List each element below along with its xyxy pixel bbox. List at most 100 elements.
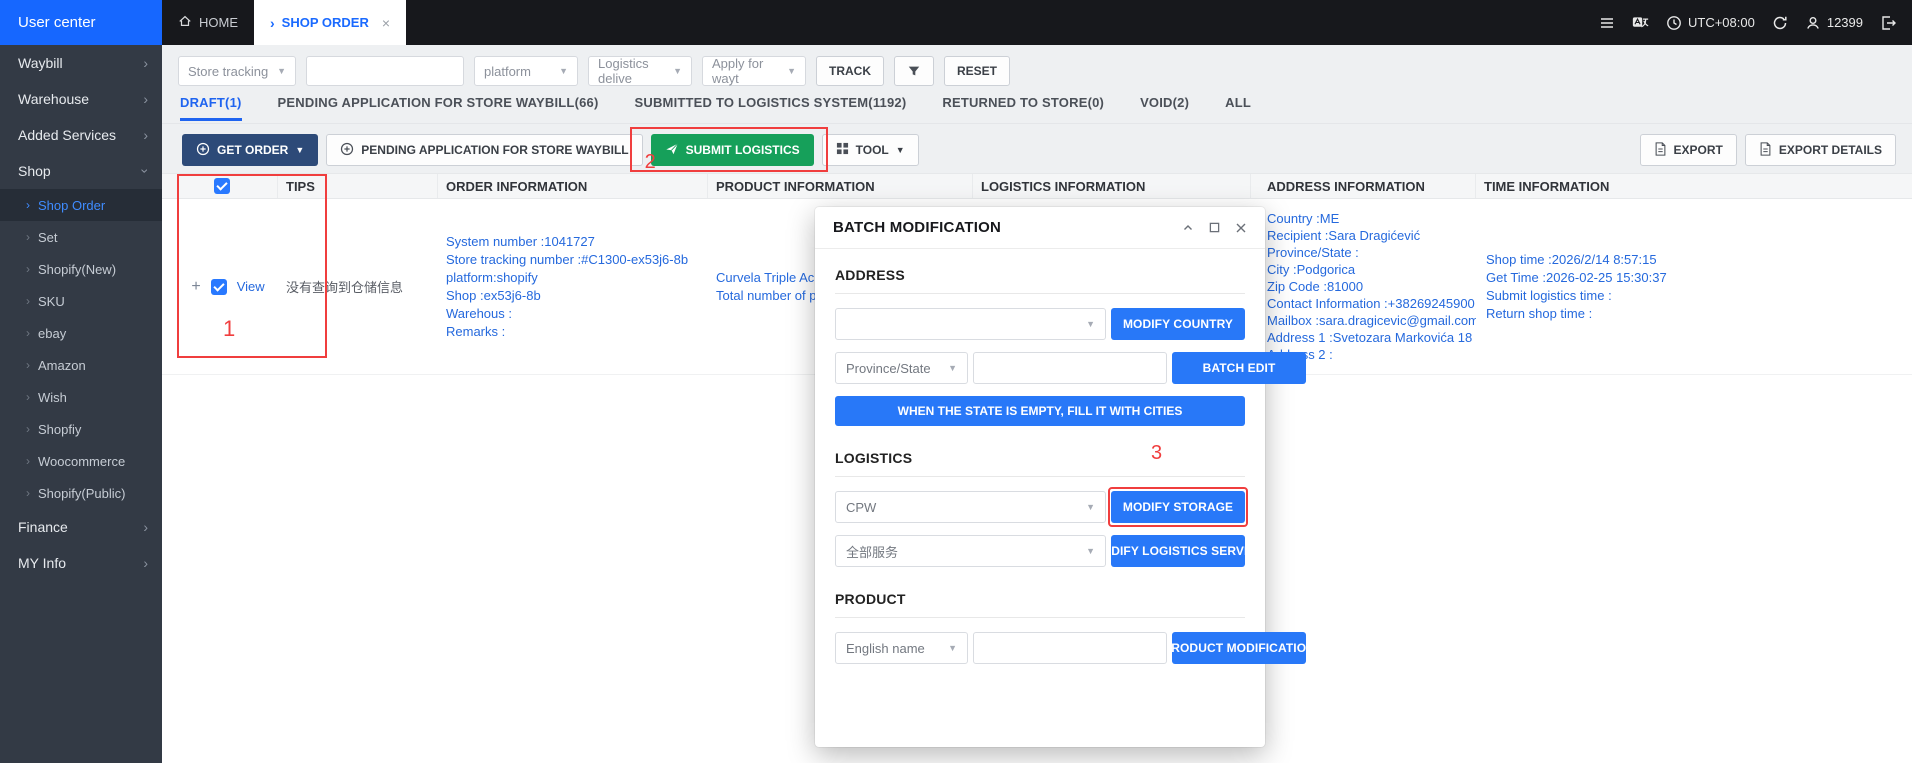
translate-icon[interactable] bbox=[1632, 14, 1649, 31]
chevron-down-icon: ▼ bbox=[295, 145, 304, 155]
country-select[interactable]: ▼ bbox=[835, 308, 1106, 340]
fill-state-with-cities-button[interactable]: WHEN THE STATE IS EMPTY, FILL IT WITH CI… bbox=[835, 396, 1245, 426]
filter-funnel-button[interactable] bbox=[894, 56, 934, 86]
refresh-icon[interactable] bbox=[1772, 15, 1788, 31]
user-count[interactable]: 12399 bbox=[1805, 15, 1863, 31]
tab-draft[interactable]: DRAFT(1) bbox=[180, 95, 242, 121]
tab-all[interactable]: ALL bbox=[1225, 95, 1251, 118]
sidebar-item-shopify-new[interactable]: ›Shopify(New) bbox=[0, 253, 162, 285]
timezone-indicator[interactable]: UTC+08:00 bbox=[1666, 15, 1755, 31]
close-tab-icon[interactable]: × bbox=[382, 15, 390, 31]
sidebar-item-ebay[interactable]: ›ebay bbox=[0, 317, 162, 349]
circle-plus-icon bbox=[340, 142, 354, 159]
sidebar-item-shop-order[interactable]: ›Shop Order bbox=[0, 189, 162, 221]
modify-storage-button[interactable]: MODIFY STORAGE bbox=[1111, 491, 1245, 523]
sidebar-item-warehouse[interactable]: Warehouse› bbox=[0, 81, 162, 117]
sidebar-item-shopfiy[interactable]: ›Shopfiy bbox=[0, 413, 162, 445]
document-icon bbox=[1654, 142, 1667, 159]
address-line: Contact Information :+38269245900 bbox=[1267, 295, 1468, 312]
brand[interactable]: User center bbox=[0, 0, 162, 45]
tab-returned-store[interactable]: RETURNED TO STORE(0) bbox=[942, 95, 1104, 118]
logistics-service-select[interactable]: 全部服务▼ bbox=[835, 535, 1106, 567]
sidebar-item-set[interactable]: ›Set bbox=[0, 221, 162, 253]
sidebar-item-amazon[interactable]: ›Amazon bbox=[0, 349, 162, 381]
tab-submitted-logistics[interactable]: SUBMITTED TO LOGISTICS SYSTEM(1192) bbox=[635, 95, 907, 118]
track-button[interactable]: TRACK bbox=[816, 56, 884, 86]
collapse-icon[interactable] bbox=[1182, 222, 1194, 234]
search-input[interactable] bbox=[306, 56, 464, 86]
topbar-right: UTC+08:00 12399 bbox=[1599, 0, 1912, 45]
batch-edit-button[interactable]: BATCH EDIT bbox=[1172, 352, 1306, 384]
store-tracking-select[interactable]: Store tracking▼ bbox=[178, 56, 296, 86]
sidebar: Waybill› Warehouse› Added Services› Shop… bbox=[0, 45, 162, 763]
get-order-button[interactable]: GET ORDER ▼ bbox=[182, 134, 318, 166]
storage-select[interactable]: CPW▼ bbox=[835, 491, 1106, 523]
apply-waybill-select[interactable]: Apply for wayt▼ bbox=[702, 56, 806, 86]
tab-shop-order[interactable]: › SHOP ORDER × bbox=[254, 0, 406, 45]
submit-logistics-button[interactable]: SUBMIT LOGISTICS bbox=[651, 134, 814, 166]
select-value: platform bbox=[484, 64, 531, 79]
table-header-checkbox-cell bbox=[162, 174, 278, 198]
chevron-down-icon: ▼ bbox=[948, 363, 957, 373]
modify-country-row: ▼ MODIFY COUNTRY bbox=[835, 308, 1245, 340]
sidebar-item-shopify-public[interactable]: ›Shopify(Public) bbox=[0, 477, 162, 509]
export-details-button[interactable]: EXPORT DETAILS bbox=[1745, 134, 1896, 166]
platform-select[interactable]: platform▼ bbox=[474, 56, 578, 86]
reset-button[interactable]: RESET bbox=[944, 56, 1010, 86]
modal-titlebar: BATCH MODIFICATION bbox=[815, 207, 1265, 249]
sidebar-item-woocommerce[interactable]: ›Woocommerce bbox=[0, 445, 162, 477]
maximize-icon[interactable] bbox=[1209, 222, 1220, 233]
section-product: PRODUCT English name▼ PRODUCT MODIFICATI… bbox=[835, 591, 1245, 664]
select-value: English name bbox=[846, 641, 925, 656]
modify-country-button[interactable]: MODIFY COUNTRY bbox=[1111, 308, 1245, 340]
province-state-select[interactable]: Province/State▼ bbox=[835, 352, 968, 384]
row-order-cell: System number :1041727 Store tracking nu… bbox=[438, 199, 708, 374]
view-link[interactable]: View bbox=[237, 279, 265, 294]
product-modification-button[interactable]: PRODUCT MODIFICATION bbox=[1172, 632, 1306, 664]
tool-button[interactable]: TOOL ▼ bbox=[822, 134, 919, 166]
sidebar-item-label: Shopfiy bbox=[38, 422, 81, 437]
sidebar-item-my-info[interactable]: MY Info› bbox=[0, 545, 162, 581]
clock-icon bbox=[1666, 15, 1682, 31]
time-line: Shop time :2026/2/14 8:57:15 bbox=[1486, 251, 1904, 269]
header-order-information: ORDER INFORMATION bbox=[438, 174, 708, 198]
close-icon[interactable] bbox=[1235, 222, 1247, 234]
button-label: EXPORT DETAILS bbox=[1779, 143, 1882, 157]
row-checkbox[interactable] bbox=[211, 279, 227, 295]
export-button[interactable]: EXPORT bbox=[1640, 134, 1737, 166]
section-logistics-title: LOGISTICS 3 bbox=[835, 450, 1245, 477]
expand-row-icon[interactable]: + bbox=[191, 279, 200, 295]
pending-application-button[interactable]: PENDING APPLICATION FOR STORE WAYBILL bbox=[326, 134, 642, 166]
select-value: Apply for wayt bbox=[712, 56, 779, 86]
select-all-checkbox[interactable] bbox=[214, 178, 230, 194]
order-line: Remarks : bbox=[446, 323, 700, 341]
batch-edit-row: Province/State▼ BATCH EDIT bbox=[835, 352, 1245, 384]
product-field-select[interactable]: English name▼ bbox=[835, 632, 968, 664]
sidebar-item-waybill[interactable]: Waybill› bbox=[0, 45, 162, 81]
tab-pending-application[interactable]: PENDING APPLICATION FOR STORE WAYBILL(66… bbox=[278, 95, 599, 118]
status-tabs: DRAFT(1) PENDING APPLICATION FOR STORE W… bbox=[162, 95, 1912, 124]
address-line: Zip Code :81000 bbox=[1267, 278, 1468, 295]
sidebar-item-added-services[interactable]: Added Services› bbox=[0, 117, 162, 153]
modify-logistics-service-button[interactable]: MODIFY LOGISTICS SERVICE bbox=[1111, 535, 1245, 567]
select-value: Store tracking bbox=[188, 64, 268, 79]
sidebar-item-wish[interactable]: ›Wish bbox=[0, 381, 162, 413]
header-address-information: ADDRESS INFORMATION bbox=[1251, 174, 1476, 198]
sidebar-item-sku[interactable]: ›SKU bbox=[0, 285, 162, 317]
chevron-right-icon: › bbox=[26, 486, 30, 500]
sidebar-item-label: Woocommerce bbox=[38, 454, 125, 469]
product-modification-input[interactable] bbox=[973, 632, 1167, 664]
sidebar-item-shop[interactable]: Shop› bbox=[0, 153, 162, 189]
tab-void[interactable]: VOID(2) bbox=[1140, 95, 1189, 118]
order-line: System number :1041727 bbox=[446, 233, 700, 251]
menu-icon[interactable] bbox=[1599, 15, 1615, 31]
sidebar-item-finance[interactable]: Finance› bbox=[0, 509, 162, 545]
sidebar-item-label: Added Services bbox=[18, 127, 116, 143]
logistics-delivery-select[interactable]: Logistics delive▼ bbox=[588, 56, 692, 86]
select-value: Logistics delive bbox=[598, 56, 665, 86]
order-line: Warehous : bbox=[446, 305, 700, 323]
tab-home[interactable]: HOME bbox=[162, 0, 254, 45]
grid-icon bbox=[836, 142, 849, 158]
logout-icon[interactable] bbox=[1880, 15, 1896, 31]
batch-edit-input[interactable] bbox=[973, 352, 1167, 384]
